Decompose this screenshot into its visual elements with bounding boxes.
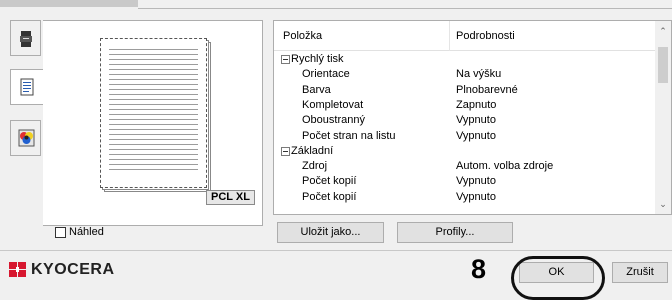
row-value: Autom. volba zdroje [456, 160, 554, 173]
row-value: Plnobarevné [456, 83, 518, 96]
row-name: Barva [302, 83, 331, 96]
row-value: Vypnuto [456, 190, 496, 203]
vertical-scrollbar[interactable]: ⌃ ⌄ [655, 21, 671, 214]
chevron-up-icon[interactable]: ⌃ [655, 24, 671, 38]
column-header-details[interactable]: Podrobnosti [456, 30, 515, 42]
row-value: Vypnuto [456, 129, 496, 142]
cancel-button[interactable]: Zrušit [612, 262, 668, 283]
tab-layout[interactable] [10, 69, 44, 105]
row-name: Počet stran na listu [302, 129, 396, 142]
row-name: Zdroj [302, 160, 328, 173]
row-name: Počet kopií [302, 190, 357, 203]
list-group-row[interactable]: Rychlý tisk [274, 52, 657, 67]
kyocera-logo: KYOCERA [9, 261, 114, 280]
row-value: Vypnuto [456, 114, 496, 127]
settings-list[interactable]: Položka Podrobnosti Rychlý tisk Orientace… [273, 20, 672, 215]
list-header: Položka Podrobnosti [274, 21, 657, 51]
row-name: Rychlý tisk [291, 53, 344, 65]
table-row[interactable]: Počet kopií Vypnuto [274, 190, 657, 205]
row-name: Oboustranný [302, 114, 365, 127]
table-row[interactable]: Počet kopií Vypnuto [274, 174, 657, 189]
save-as-button[interactable]: Uložit jako... [277, 222, 384, 243]
table-row[interactable]: Orientace Na výšku [274, 67, 657, 82]
preview-text-lines [109, 49, 198, 177]
footer-divider [0, 250, 672, 251]
kyocera-mark-icon [9, 262, 26, 277]
row-value: Vypnuto [456, 175, 496, 188]
tab-color[interactable] [10, 120, 41, 156]
highlight-ring [511, 256, 605, 300]
row-name: Počet kopií [302, 175, 357, 188]
table-row[interactable]: Kompletovat Zapnuto [274, 98, 657, 113]
column-separator [449, 21, 450, 51]
brand-name: KYOCERA [31, 261, 115, 278]
preview-sheet [100, 38, 207, 188]
table-row[interactable]: Počet stran na listu Vypnuto [274, 129, 657, 144]
table-row[interactable]: Zdroj Autom. volba zdroje [274, 159, 657, 174]
list-group-row[interactable]: Základní [274, 144, 657, 159]
row-name: Základní [291, 144, 334, 157]
row-name: Orientace [302, 68, 350, 81]
preview-checkbox-label[interactable]: Náhled [69, 226, 104, 238]
profiles-button[interactable]: Profily... [397, 222, 513, 243]
row-value: Zapnuto [456, 98, 497, 111]
tab-printer[interactable] [10, 20, 41, 56]
collapse-icon[interactable] [281, 55, 290, 64]
color-icon [18, 129, 35, 147]
document-icon [20, 78, 34, 96]
row-name: Kompletovat [302, 98, 364, 111]
scrollbar-thumb[interactable] [658, 47, 668, 83]
printer-icon [20, 31, 32, 47]
top-tab-strip [0, 0, 138, 7]
table-row[interactable]: Barva Plnobarevné [274, 83, 657, 98]
top-divider [138, 8, 672, 9]
preview-checkbox[interactable] [55, 227, 66, 238]
chevron-down-icon[interactable]: ⌄ [655, 197, 671, 211]
pdl-badge: PCL XL [206, 190, 255, 205]
step-number-annotation: 8 [471, 254, 487, 284]
table-row[interactable]: Oboustranný Vypnuto [274, 113, 657, 128]
column-header-item[interactable]: Položka [283, 30, 322, 42]
collapse-icon[interactable] [281, 146, 290, 156]
row-value: Na výšku [456, 68, 502, 81]
